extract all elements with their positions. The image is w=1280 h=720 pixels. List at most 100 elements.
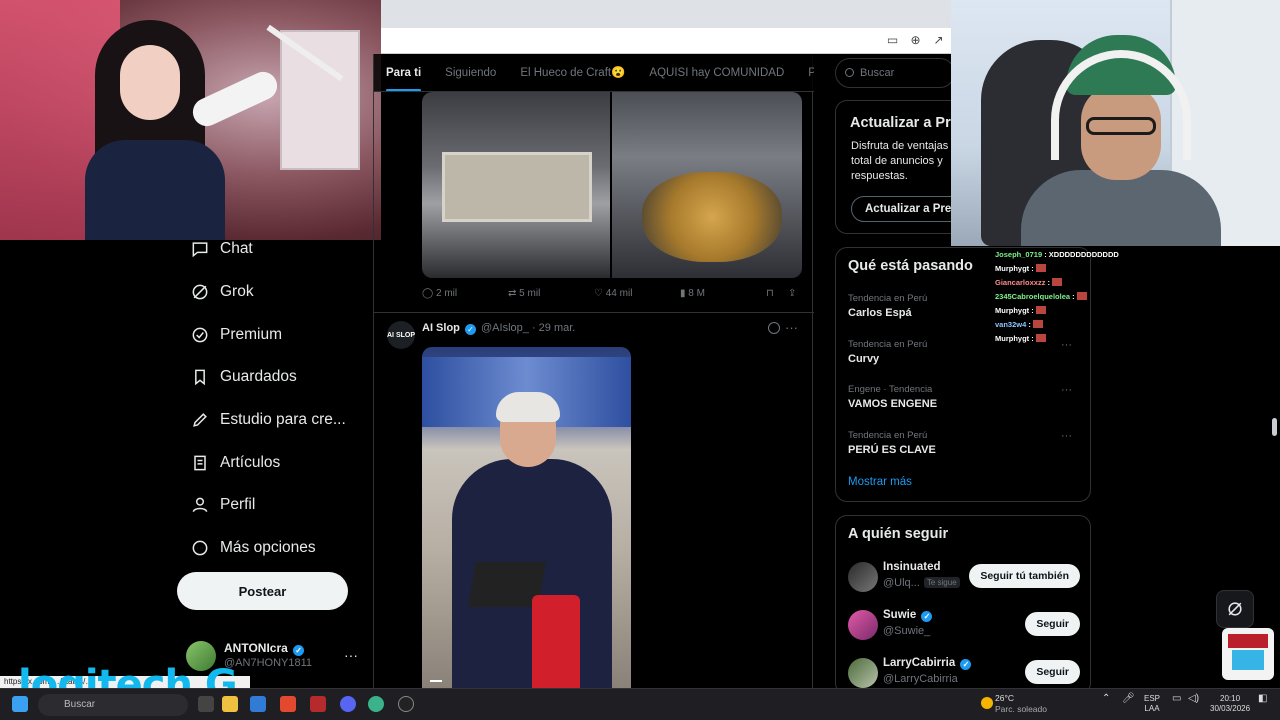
app-icon-2[interactable] — [368, 696, 384, 712]
screen: ▭ ⊕ ↗ Para ti Siguiendo El Hueco de Craf… — [0, 0, 1280, 720]
language-indicator[interactable]: ESP LAA — [1144, 694, 1160, 714]
reply-button[interactable]: ◯ 2 mil — [422, 288, 457, 299]
sidebar-item-mas-opciones[interactable]: Más opciones — [180, 527, 370, 570]
follows-you-badge: Te sigue — [923, 577, 960, 588]
video-progress-bar[interactable] — [430, 680, 442, 682]
follow-button[interactable]: Seguir — [1025, 612, 1080, 636]
chat-message: Murphygt : — [995, 304, 1155, 318]
tab-aquisi-hay-comunidad[interactable]: AQUISI hay COMUNIDAD — [637, 54, 796, 91]
chevron-up-icon[interactable]: ⌃ — [1102, 694, 1110, 704]
tab-more[interactable]: Pa — [796, 54, 814, 91]
spilled-noodles — [642, 172, 782, 262]
show-more-link[interactable]: Mostrar más — [848, 476, 912, 488]
trend-context: Engene · Tendencia — [848, 384, 933, 395]
articles-icon — [186, 453, 214, 473]
follow-suggestion[interactable]: LarryCabirria ✓ @LarryCabirria Seguir — [848, 656, 1080, 692]
tweet-date[interactable]: · 29 mar. — [532, 322, 575, 334]
views-count: 8 M — [688, 288, 705, 299]
trend-more-icon[interactable]: ··· — [1061, 384, 1072, 396]
avatar — [848, 562, 878, 592]
premium-description: Disfruta de ventajas total de anuncios y… — [851, 140, 949, 182]
avatar[interactable]: AI SLOP — [387, 321, 415, 349]
account-handle: @AN7HONY1811 — [224, 657, 312, 669]
volume-icon[interactable]: ◁) — [1188, 694, 1199, 704]
sidebar-item-premium[interactable]: Premium — [180, 313, 370, 356]
food-tray — [442, 152, 592, 222]
sidebar-item-label: Artículos — [220, 453, 281, 471]
emote-icon — [1076, 292, 1087, 300]
brave-browser-icon[interactable] — [280, 696, 296, 712]
windows-start-icon[interactable] — [12, 696, 28, 712]
sidebar-item-estudio[interactable]: Estudio para cre... — [180, 399, 370, 442]
grok-icon — [186, 282, 214, 302]
follow-suggestion[interactable]: Insinuated @Ulq... Te sigue Seguir tú tam… — [848, 560, 1080, 596]
sidebar-nav: Chat Grok Premium Guardados Estudio para… — [180, 228, 370, 570]
trend-item[interactable]: Engene · Tendencia VAMOS ENGENE ··· — [848, 384, 1078, 410]
discord-icon[interactable] — [340, 696, 356, 712]
bookmark-button[interactable]: ⊓ — [766, 288, 774, 299]
page-scrollbar[interactable] — [1272, 418, 1277, 436]
webcam-left-shelf — [280, 30, 360, 170]
tab-para-ti[interactable]: Para ti — [374, 54, 433, 91]
store-icon[interactable] — [250, 696, 266, 712]
search-placeholder: Buscar — [860, 67, 895, 79]
share-icon[interactable]: ↗ — [932, 33, 945, 47]
app-icon[interactable] — [310, 696, 326, 712]
author-handle[interactable]: @AIslop_ — [481, 322, 529, 334]
trend-item[interactable]: Tendencia en Perú PERÚ ES CLAVE ··· — [848, 430, 1078, 456]
tweet-image-2[interactable] — [612, 92, 802, 278]
task-view-icon[interactable] — [198, 696, 214, 712]
search-input[interactable]: Buscar — [835, 58, 955, 88]
account-more-icon[interactable]: ··· — [344, 647, 358, 663]
tab-el-hueco-de-craft[interactable]: El Hueco de Craft😮 — [508, 54, 637, 91]
tab-siguiendo[interactable]: Siguiendo — [433, 54, 508, 91]
sidebar-item-chat[interactable]: Chat — [180, 228, 370, 271]
notification-icon[interactable]: ◧ — [1258, 694, 1267, 704]
video-person-hair — [496, 392, 560, 422]
grok-icon[interactable] — [768, 322, 780, 334]
verified-icon: ✓ — [960, 659, 972, 670]
follow-back-button[interactable]: Seguir tú también — [969, 564, 1080, 588]
follow-name: LarryCabirria ✓ — [883, 657, 973, 670]
person-face — [120, 45, 180, 120]
clock[interactable]: 20:10 30/03/2026 — [1210, 694, 1250, 714]
profile-icon — [186, 495, 214, 515]
timeline-column: Para ti Siguiendo El Hueco de Craft😮 AQU… — [373, 54, 814, 688]
more-options-icon — [186, 538, 214, 558]
screenshot-icon[interactable]: ▭ — [886, 33, 899, 47]
retweet-button[interactable]: ⇄ 5 mil — [508, 288, 540, 299]
follow-button[interactable]: Seguir — [1025, 660, 1080, 684]
author-name[interactable]: AI Slop — [422, 322, 460, 334]
sidebar-item-perfil[interactable]: Perfil — [180, 484, 370, 527]
sidebar-item-grok[interactable]: Grok — [180, 271, 370, 314]
emote-icon — [1035, 264, 1046, 272]
taskbar-search[interactable]: Buscar — [38, 694, 188, 716]
weather-desc: Parc. soleado — [995, 704, 1047, 714]
sidebar-item-articulos[interactable]: Artículos — [180, 441, 370, 484]
tweet-image-1[interactable] — [422, 92, 610, 278]
windows-taskbar: Buscar 26°C Parc. soleado ⌃ 🎤︎ ESP LAA ▭… — [0, 688, 1280, 720]
video-red-sign — [532, 595, 580, 688]
views-button[interactable]: ▮ 8 M — [680, 288, 705, 299]
tweet-more-button[interactable]: ··· — [785, 320, 798, 335]
trend-more-icon[interactable]: ··· — [1061, 430, 1072, 442]
obs-icon[interactable] — [398, 696, 414, 712]
file-explorer-icon[interactable] — [222, 696, 238, 712]
tweet-video[interactable] — [422, 347, 631, 688]
share-button[interactable]: ⇪ — [788, 288, 796, 299]
network-icon[interactable]: ▭ — [1172, 694, 1181, 704]
grok-floating-button[interactable] — [1216, 590, 1254, 628]
like-button[interactable]: ♡ 44 mil — [594, 288, 632, 299]
emote-icon — [1032, 320, 1043, 328]
follow-suggestion[interactable]: Suwie ✓ @Suwie_ Seguir — [848, 608, 1080, 644]
webcam-left — [0, 0, 381, 240]
microphone-icon[interactable]: 🎤︎ — [1122, 694, 1135, 704]
browser-address-bar[interactable]: ▭ ⊕ ↗ — [381, 28, 951, 54]
sidebar-item-label: Perfil — [220, 496, 256, 514]
post-button[interactable]: Postear — [177, 572, 348, 610]
zoom-icon[interactable]: ⊕ — [909, 33, 922, 47]
account-name: ANTONIcra ✓ — [224, 641, 306, 656]
sidebar-item-guardados[interactable]: Guardados — [180, 356, 370, 399]
weather-widget[interactable]: 26°C Parc. soleado — [981, 693, 1047, 715]
trend-name: PERÚ ES CLAVE — [848, 444, 936, 456]
